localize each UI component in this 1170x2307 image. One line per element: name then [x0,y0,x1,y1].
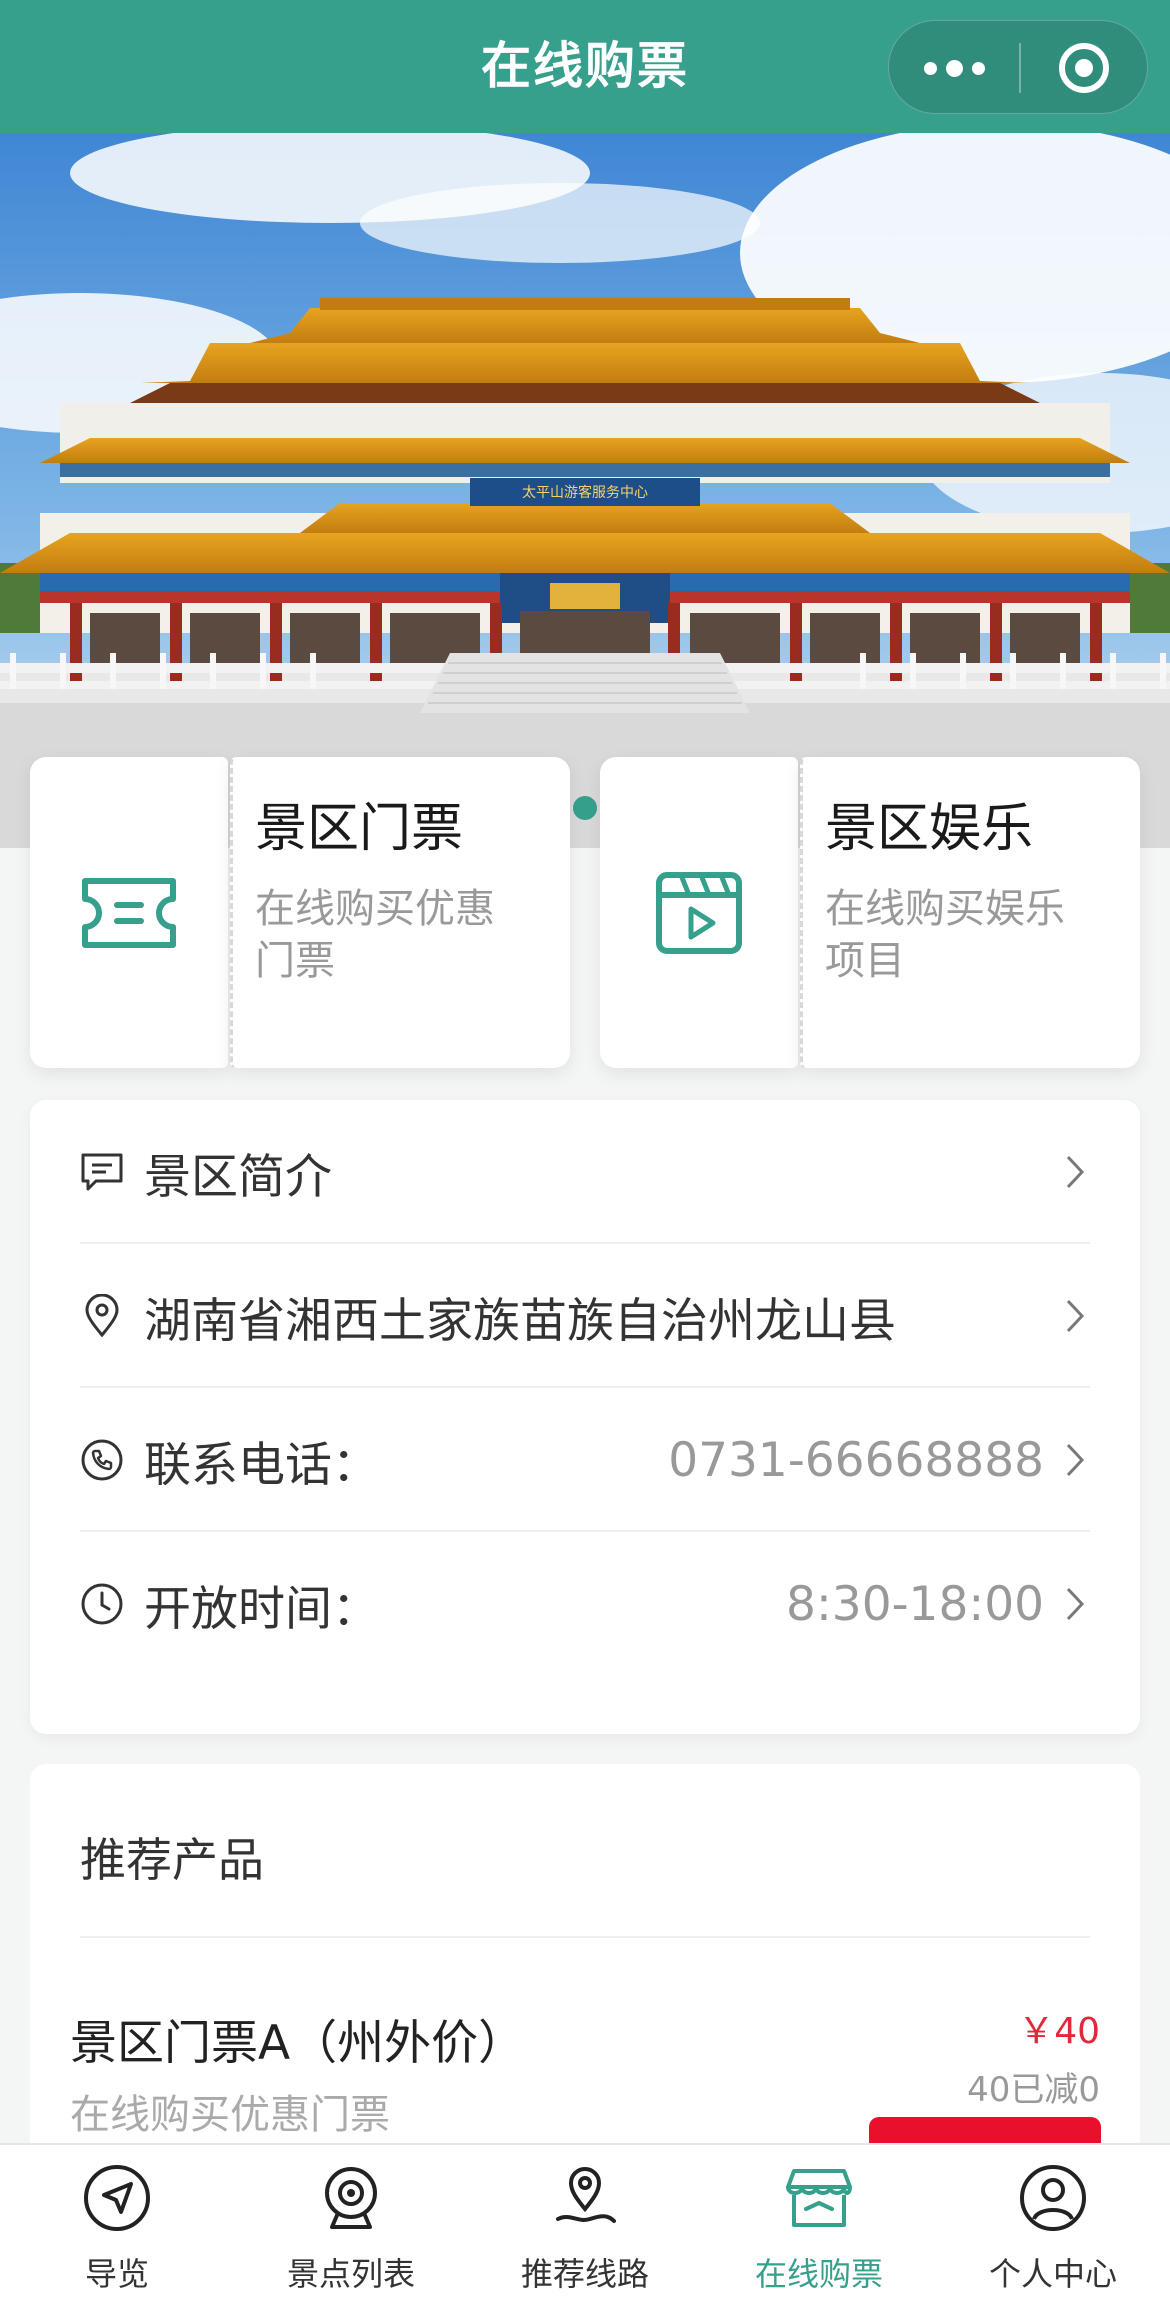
chevron-right-icon [1060,1584,1090,1624]
phone-value: 0731-66668888 [668,1432,1044,1488]
card-title: 景区门票 [255,799,464,859]
mini-program-capsule [888,20,1148,114]
tab-profile[interactable]: 个人中心 [936,2145,1170,2307]
tab-routes[interactable]: 推荐线路 [468,2145,702,2307]
chevron-right-icon [1060,1152,1090,1192]
tab-label: 在线购票 [754,2255,883,2293]
route-pin-icon [556,2167,616,2223]
card-subtitle: 在线购买优惠 门票 [255,886,495,984]
card-subtitle: 在线购买娱乐 项目 [825,886,1065,984]
intro-label: 景区简介 [144,1149,332,1205]
address-row[interactable]: 湖南省湘西土家族苗族自治州龙山县 [80,1244,1090,1388]
video-icon [656,871,742,954]
tab-guide[interactable]: 导览 [0,2145,234,2307]
product-subtitle: 在线购买优惠门票 [70,2092,390,2138]
clock-icon [80,1582,124,1626]
ticket-icon [82,877,176,948]
navigation-icon [84,2165,150,2231]
scenic-info-card: 景区简介 湖南省湘西土家族苗族自治州龙山县 联系电话： 0731-6666888… [30,1100,1140,1734]
chevron-right-icon [1060,1440,1090,1480]
dot [971,61,985,75]
location-icon [80,1294,124,1338]
section-title: 推荐产品 [80,1833,264,1887]
phone-icon [80,1438,124,1482]
phone-label: 联系电话： [144,1437,379,1493]
banner-image[interactable]: 太平山游客服务中心 [0,133,1170,848]
ticket-card-stub [30,757,228,1068]
dot [945,59,963,77]
hours-row[interactable]: 开放时间： 8:30-18:00 [80,1532,1090,1676]
product-name[interactable]: 景区门票A（州外价） [70,2004,525,2073]
tab-label: 导览 [84,2255,149,2293]
store-icon [786,2169,852,2227]
product-discount: 40已减0 [967,2070,1100,2110]
more-menu-button[interactable] [889,21,1019,115]
tab-label: 推荐线路 [520,2255,649,2293]
close-mini-program-button[interactable] [1019,21,1149,115]
dot [923,61,937,75]
user-icon [1020,2165,1086,2231]
nav-header: 在线购票 [0,0,1170,133]
tab-attractions[interactable]: 景点列表 [234,2145,468,2307]
camera-icon [325,2167,377,2229]
divider [80,1936,1090,1938]
ticket-card-stub [600,757,798,1068]
message-icon [80,1150,124,1194]
tab-label: 个人中心 [988,2255,1117,2293]
address-text: 湖南省湘西土家族苗族自治州龙山县 [144,1293,896,1349]
hours-label: 开放时间： [144,1581,379,1637]
tab-online-tickets[interactable]: 在线购票 [702,2145,936,2307]
building-sign: 太平山游客服务中心 [522,484,648,501]
chevron-right-icon [1060,1296,1090,1336]
ticket-card-body: 景区门票 在线购买优惠 门票 [230,757,570,1068]
carousel-indicator[interactable] [573,796,597,820]
phone-row[interactable]: 联系电话： 0731-66668888 [80,1388,1090,1532]
bottom-tab-bar: 导览 景点列表 推荐线路 在线购票 个人中心 [0,2143,1170,2307]
hours-value: 8:30-18:00 [786,1576,1044,1632]
card-title: 景区娱乐 [825,799,1034,859]
tab-label: 景点列表 [286,2255,415,2293]
target-icon [1059,43,1109,93]
ticket-card-body: 景区娱乐 在线购买娱乐 项目 [800,757,1140,1068]
temple-illustration: 太平山游客服务中心 [0,133,1170,848]
intro-row[interactable]: 景区简介 [80,1100,1090,1244]
product-price: ￥40 [1018,2011,1100,2052]
